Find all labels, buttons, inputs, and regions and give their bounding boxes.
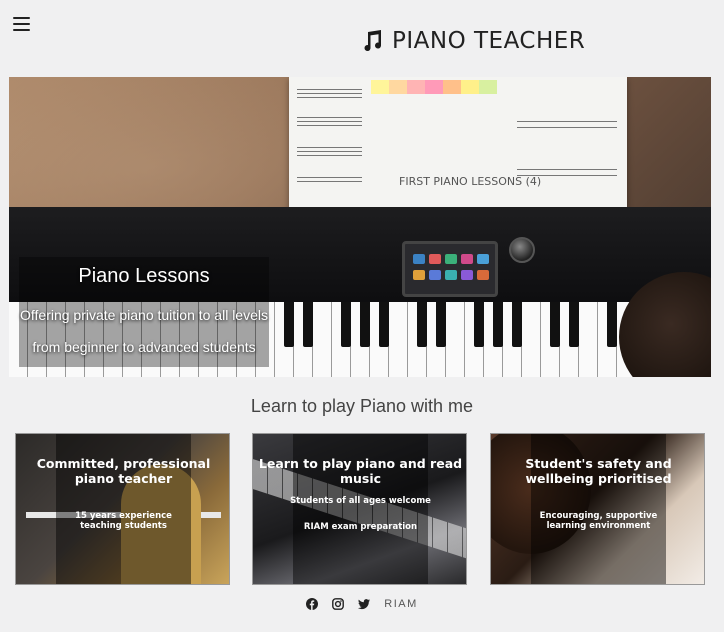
site-brand[interactable]: PIANO TEACHER [360,26,585,56]
music-note-icon [364,30,382,52]
social-links: RIAM [0,596,724,612]
hero-subtitle-line-2: from beginner to advanced students [32,339,256,355]
feature-card-learn[interactable]: Learn to play piano and read music Stude… [252,433,467,585]
card-subtitle-2: learning environment [546,521,651,531]
card-subtitle-2: teaching students [80,521,167,531]
card-subtitle-1: Encouraging, supportive [539,511,658,521]
card-title: Committed, professional piano teacher [36,456,211,486]
feature-card-safety[interactable]: Student's safety and wellbeing prioritis… [490,433,705,585]
brand-name: PIANO TEACHER [392,28,586,54]
hero-subtitle-line-1: Offering private piano tuition to all le… [20,307,268,323]
riam-link[interactable]: RIAM [384,598,418,610]
card-title: Learn to play piano and read music [258,456,463,486]
hamburger-menu-icon[interactable] [13,17,30,31]
card-subtitle-2: RIAM exam preparation [303,522,418,532]
keyboard-screen [402,241,498,297]
card-title: Student's safety and wellbeing prioritis… [525,456,672,486]
hero-banner: FIRST PIANO LESSONS (4) Piano Lessons Of… [9,77,711,377]
hero-title: Piano Lessons [78,265,210,287]
sheet-title: FIRST PIANO LESSONS (4) [399,175,542,188]
facebook-icon[interactable] [306,598,319,610]
card-subtitle-1: Students of all ages welcome [290,496,431,506]
top-bar: PIANO TEACHER [0,0,724,70]
keyboard-knob [509,237,535,263]
sheet-music-image: FIRST PIANO LESSONS (4) [289,77,627,215]
section-heading: Learn to play Piano with me [250,396,474,416]
card-subtitle-1: 15 years experience [75,511,172,521]
feature-card-teacher[interactable]: Committed, professional piano teacher 15… [15,433,230,585]
twitter-icon[interactable] [358,598,371,610]
instagram-icon[interactable] [332,598,345,610]
